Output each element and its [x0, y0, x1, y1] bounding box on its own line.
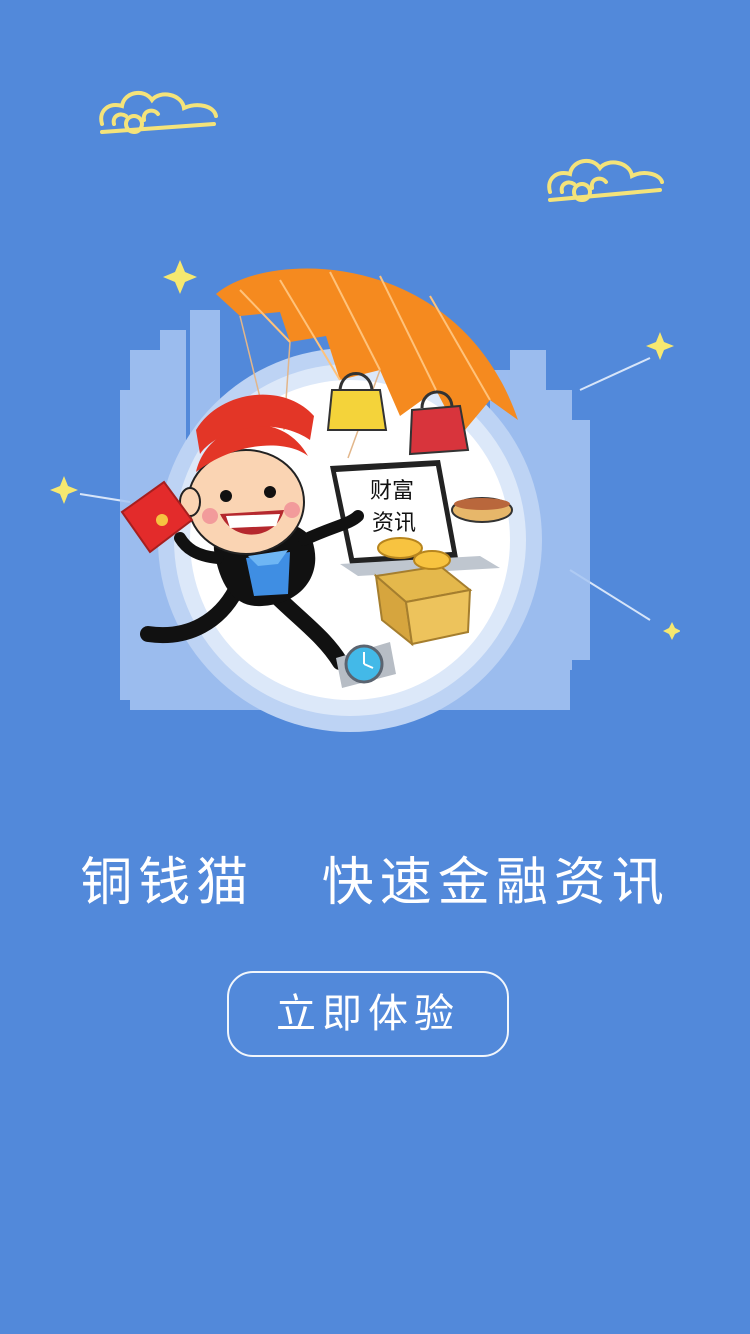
start-experience-button[interactable]: 立即体验 [227, 971, 509, 1057]
slogan: 快速金融资讯 [321, 853, 670, 913]
tagline: 铜钱猫 快速金融资讯 [0, 848, 750, 918]
hero-illustration: 财富 资讯 [50, 260, 680, 732]
cloud-icon [547, 158, 664, 202]
laptop-title-line1: 财富 [370, 479, 414, 504]
splash-screen: 财富 资讯 铜钱猫 快速金融资讯 立即体验 [0, 0, 750, 1334]
brand-name: 铜钱猫 [80, 853, 255, 913]
laptop-title-line2: 资讯 [372, 511, 416, 536]
hotdog-icon [451, 497, 513, 523]
cloud-icon [99, 90, 218, 134]
